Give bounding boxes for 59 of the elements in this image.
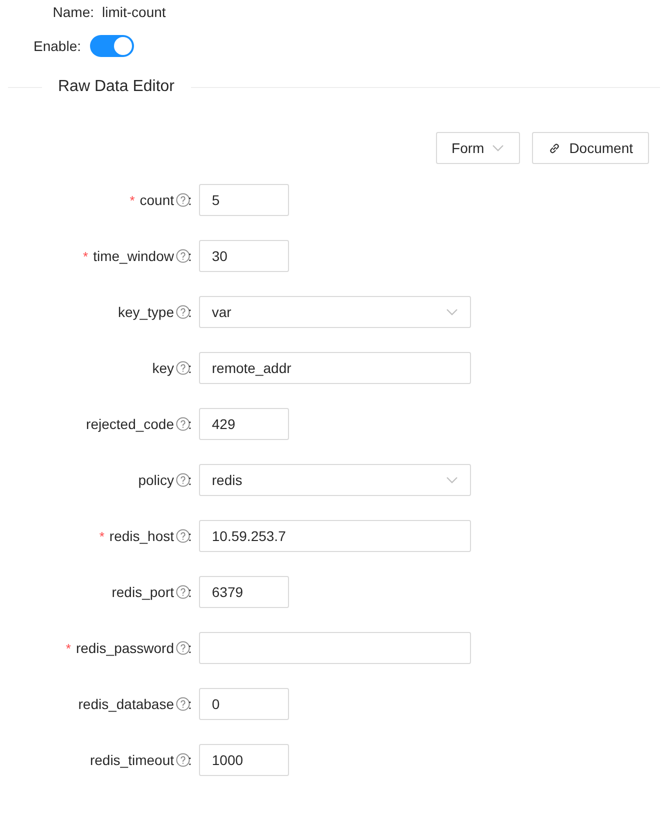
text-input[interactable]: 5 (198, 184, 289, 216)
field-label: policy (138, 472, 174, 488)
text-input[interactable]: 30 (198, 240, 289, 272)
section-title: Raw Data Editor (57, 78, 176, 96)
help-icon (176, 473, 190, 487)
chevron-down-icon (492, 144, 504, 152)
chevron-down-icon (446, 308, 458, 316)
help-icon (176, 529, 190, 543)
field-label: rejected_code (86, 416, 174, 432)
help-icon (176, 641, 190, 655)
help-icon (176, 697, 190, 711)
colon: : (188, 360, 192, 376)
colon: : (188, 584, 192, 600)
field-label: redis_timeout (90, 752, 174, 768)
field-label: redis_database (78, 696, 174, 712)
required-mark: * (99, 528, 104, 544)
select-field[interactable]: redis (198, 464, 471, 496)
text-input[interactable]: 6379 (198, 576, 289, 608)
colon: : (188, 696, 192, 712)
help-icon (176, 417, 190, 431)
colon: : (188, 528, 192, 544)
help-icon (176, 361, 190, 375)
document-button[interactable]: Document (532, 132, 649, 164)
help-icon (176, 753, 190, 767)
field-label: Enable: (34, 38, 81, 54)
colon: : (188, 640, 192, 656)
colon: : (188, 416, 192, 432)
required-mark: * (66, 640, 71, 656)
mode-select[interactable]: Form (436, 132, 520, 164)
text-input[interactable]: remote_addr (198, 352, 471, 384)
link-icon (548, 142, 562, 154)
field-label: key_type (118, 304, 174, 320)
colon: : (188, 752, 192, 768)
colon: : (188, 472, 192, 488)
required-mark: * (83, 248, 88, 264)
help-icon (176, 585, 190, 599)
field-label: redis_password (76, 640, 174, 656)
select-field[interactable]: var (198, 296, 471, 328)
text-input[interactable] (198, 632, 471, 664)
colon: : (188, 248, 192, 264)
text-input[interactable]: 1000 (198, 744, 289, 776)
help-icon (176, 305, 190, 319)
field-label: time_window (93, 248, 174, 264)
chevron-down-icon (446, 476, 458, 484)
field-label: redis_host (109, 528, 174, 544)
help-icon (176, 249, 190, 263)
field-label: Name: (52, 4, 94, 20)
enable-switch[interactable] (90, 35, 134, 57)
required-mark: * (130, 192, 135, 208)
text-input[interactable]: 10.59.253.7 (198, 520, 471, 552)
colon: : (188, 192, 192, 208)
colon: : (188, 304, 192, 320)
text-input[interactable]: 0 (198, 688, 289, 720)
help-icon (176, 193, 190, 207)
field-label: redis_port (112, 584, 174, 600)
field-label: count (140, 192, 174, 208)
text-input[interactable]: 429 (198, 408, 289, 440)
field-label: key (152, 360, 174, 376)
name-value: limit-count (102, 4, 166, 20)
